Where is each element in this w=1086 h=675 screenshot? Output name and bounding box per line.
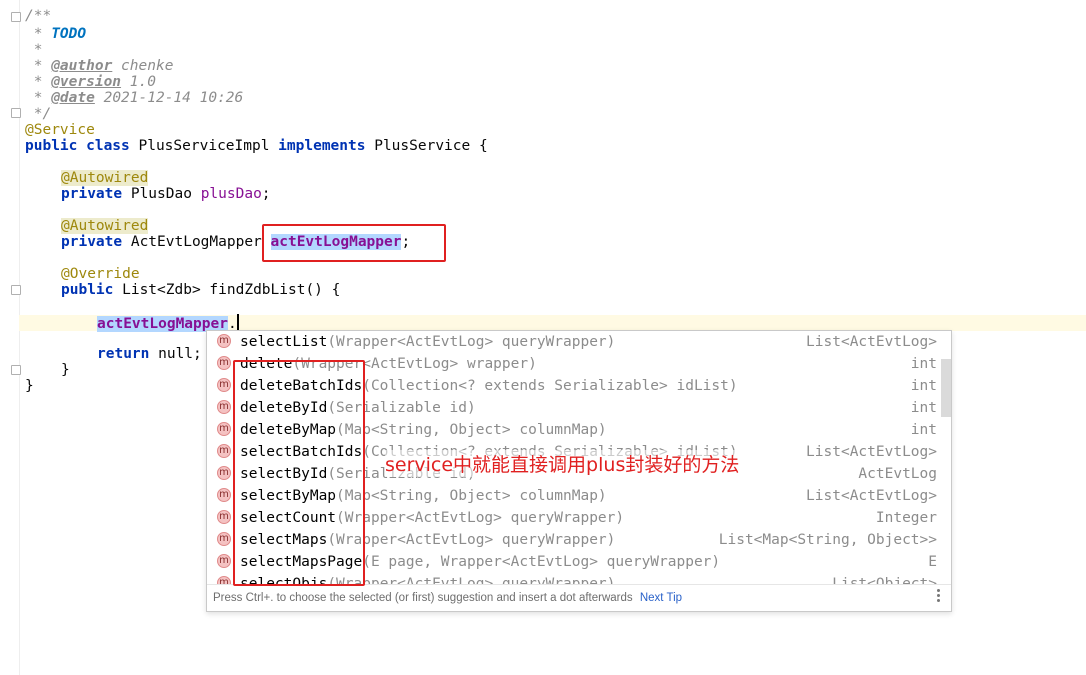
fold-icon[interactable] — [11, 12, 21, 22]
code-text: } — [25, 378, 34, 394]
keyword: return — [97, 346, 150, 362]
method-icon: m — [217, 356, 231, 370]
method-params: (Map<String, Object> columnMap) — [336, 488, 607, 504]
code-text: 1.0 — [121, 74, 156, 90]
method-params: (Wrapper<ActEvtLog> queryWrapper) — [336, 510, 625, 526]
code-text: List<Zdb> findZdbList() { — [113, 282, 341, 298]
code-text: * — [25, 26, 52, 42]
code-text: PlusServiceImpl — [129, 138, 279, 154]
method-params: (E page, Wrapper<ActEvtLog> queryWrapper… — [362, 554, 721, 570]
method-name: selectList — [240, 334, 328, 350]
code-text: ; — [261, 186, 271, 202]
return-type: Integer — [875, 510, 937, 526]
return-type: E — [928, 554, 937, 570]
method-icon: m — [217, 444, 231, 458]
popup-scrollbar[interactable] — [941, 359, 951, 417]
method-icon: m — [217, 466, 231, 480]
code-text: PlusDao — [122, 186, 201, 202]
method-params: (Collection<? extends Serializable> idLi… — [362, 378, 738, 394]
method-params: (Wrapper<ActEvtLog> queryWrapper) — [327, 532, 616, 548]
method-icon: m — [217, 400, 231, 414]
completion-item[interactable]: m selectList(Wrapper<ActEvtLog> queryWrap… — [207, 331, 940, 353]
method-icon: m — [217, 554, 231, 568]
code-text: * — [25, 90, 52, 106]
field-name: plusDao — [200, 186, 262, 202]
method-icon: m — [217, 422, 231, 436]
return-type: List<ActEvtLog> — [806, 444, 937, 460]
method-icon: m — [217, 532, 231, 546]
return-type: ActEvtLog — [858, 466, 937, 482]
annotation-text: service中就能直接调用plus封装好的方法 — [385, 450, 740, 477]
method-icon: m — [217, 510, 231, 524]
javadoc-tag: @author — [51, 58, 113, 74]
code-text: * — [25, 58, 52, 74]
annotation: @Autowired — [61, 218, 149, 234]
footer-hint: Press Ctrl+. to choose the selected (or … — [213, 592, 633, 604]
code-text: */ — [25, 106, 52, 122]
keyword: private — [61, 234, 123, 250]
code-text: 2021-12-14 10:26 — [94, 90, 244, 106]
code-text: } — [61, 362, 70, 378]
more-options-icon[interactable] — [937, 589, 941, 604]
method-icon: m — [217, 334, 231, 348]
popup-footer: Press Ctrl+. to choose the selected (or … — [207, 584, 951, 611]
fold-icon[interactable] — [11, 365, 21, 375]
method-params: (Wrapper<ActEvtLog> queryWrapper) — [327, 334, 616, 350]
javadoc-tag: @version — [51, 74, 122, 90]
method-icon: m — [217, 488, 231, 502]
code-text: * — [25, 74, 52, 90]
keyword: private — [61, 186, 123, 202]
code-text: PlusService { — [365, 138, 488, 154]
next-tip-link[interactable]: Next Tip — [640, 592, 682, 604]
return-type: int — [910, 400, 937, 416]
highlight-box-field — [262, 224, 446, 262]
text-caret — [236, 314, 239, 331]
code-text: /** — [25, 8, 52, 24]
code-text: null; — [149, 346, 202, 362]
code-text: ActEvtLogMapper — [122, 234, 271, 250]
return-type: List<Map<String, Object>> — [718, 532, 937, 548]
code-text: * — [25, 42, 43, 58]
javadoc-tag: @date — [51, 90, 95, 106]
code-text: chenke — [112, 58, 174, 74]
keyword: public class — [25, 138, 130, 154]
return-type: int — [910, 422, 937, 438]
annotation: @Override — [61, 266, 140, 282]
keyword: implements — [278, 138, 366, 154]
return-type: List<ActEvtLog> — [806, 488, 937, 504]
method-signature: selectList(Wrapper<ActEvtLog> queryWrapp… — [240, 331, 615, 353]
return-type: int — [910, 356, 937, 372]
todo-tag: TODO — [51, 26, 87, 42]
highlight-box-methods — [233, 360, 365, 586]
annotation: @Autowired — [61, 170, 149, 186]
return-type: int — [910, 378, 937, 394]
method-params: (Map<String, Object> columnMap) — [336, 422, 607, 438]
fold-icon[interactable] — [11, 108, 21, 118]
return-type: List<ActEvtLog> — [806, 334, 937, 350]
fold-icon[interactable] — [11, 285, 21, 295]
annotation: @Service — [25, 122, 95, 138]
method-icon: m — [217, 378, 231, 392]
keyword: public — [61, 282, 114, 298]
editor-gutter — [0, 0, 21, 675]
